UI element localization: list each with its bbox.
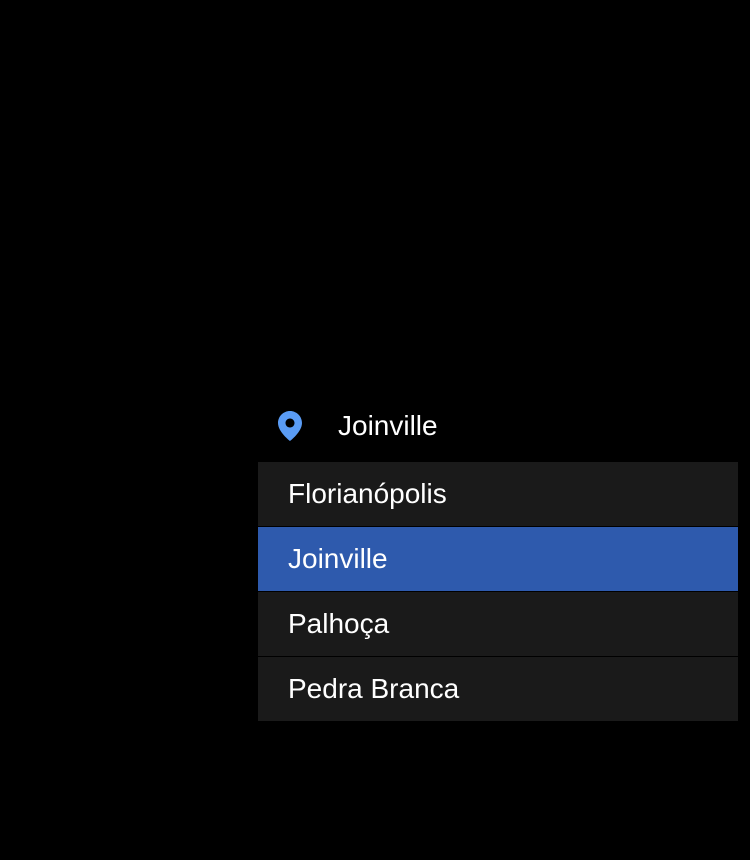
option-label: Palhoça xyxy=(288,608,389,639)
dropdown-option-joinville[interactable]: Joinville xyxy=(258,527,738,592)
location-dropdown[interactable]: Joinville Florianópolis Joinville Palhoç… xyxy=(258,410,738,721)
dropdown-option-palhoca[interactable]: Palhoça xyxy=(258,592,738,657)
option-label: Joinville xyxy=(288,543,388,574)
dropdown-option-florianopolis[interactable]: Florianópolis xyxy=(258,462,738,527)
selected-location-label: Joinville xyxy=(338,410,438,442)
option-label: Florianópolis xyxy=(288,478,447,509)
location-pin-icon xyxy=(278,411,302,441)
dropdown-header[interactable]: Joinville xyxy=(258,410,738,462)
dropdown-option-pedra-branca[interactable]: Pedra Branca xyxy=(258,657,738,721)
dropdown-options-list: Florianópolis Joinville Palhoça Pedra Br… xyxy=(258,462,738,721)
option-label: Pedra Branca xyxy=(288,673,459,704)
